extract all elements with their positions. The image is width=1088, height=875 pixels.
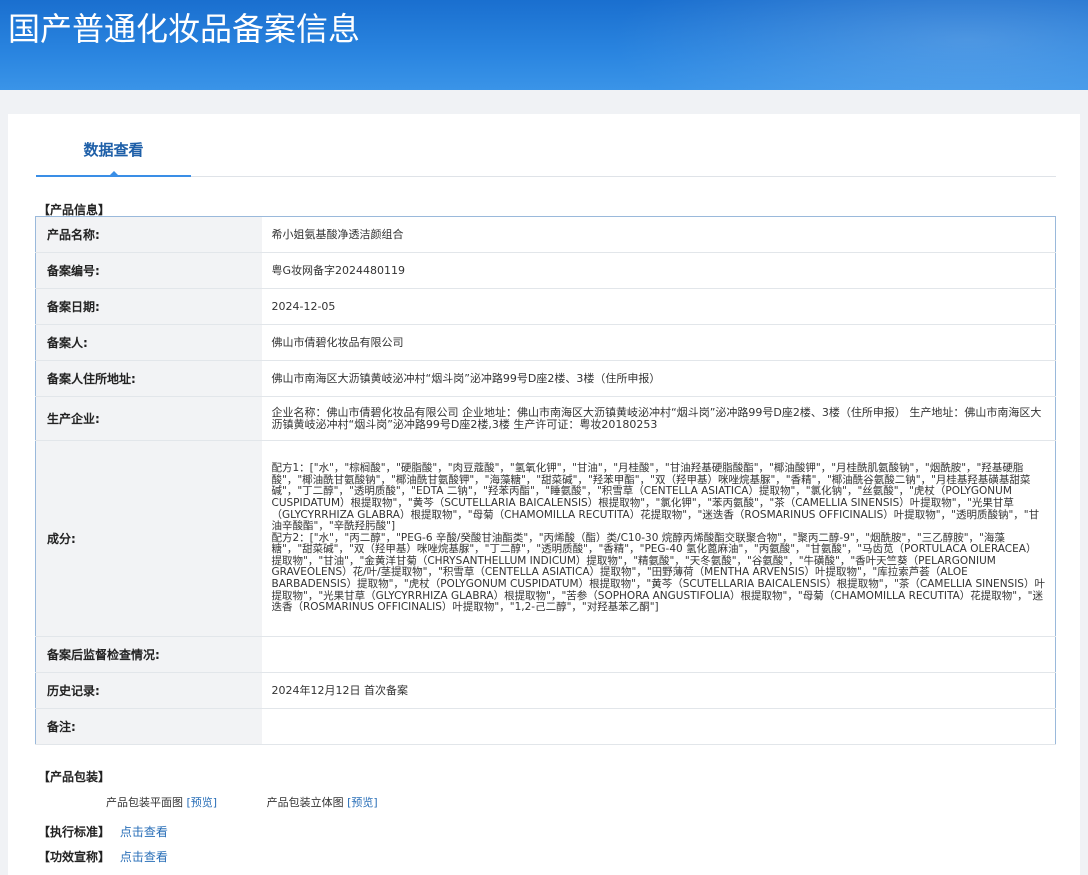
row-label: 备案人:	[35, 324, 262, 361]
row-label: 备案编号:	[35, 252, 262, 289]
row-label: 生产企业:	[35, 396, 262, 441]
supervision-value	[261, 636, 1056, 673]
efficacy-view-link[interactable]: 点击查看	[120, 850, 168, 864]
package-solid-label: 产品包装立体图	[266, 796, 344, 809]
standard-label: 【执行标准】	[38, 825, 111, 839]
manufacturer-value: 企业名称：佛山市倩碧化妆品有限公司 企业地址：佛山市南海区大沥镇黄岐泌冲村“烟斗…	[261, 396, 1056, 441]
table-row: 历史记录: 2024年12月12日 首次备案	[35, 672, 1056, 709]
main-panel: 数据查看 【产品信息】 产品名称: 希小姐氨基酸净透洁颜组合 备案编号: 粤G妆…	[8, 114, 1080, 875]
package-solid-preview-link[interactable]: [预览]	[347, 796, 378, 809]
table-row: 产品名称: 希小姐氨基酸净透洁颜组合	[35, 216, 1056, 253]
row-label: 备案后监督检查情况:	[35, 636, 262, 673]
remarks-value	[261, 708, 1056, 745]
tab-bar: 数据查看	[36, 114, 1056, 177]
row-label: 备案人住所地址:	[35, 360, 262, 397]
page-header: 国产普通化妆品备案信息	[0, 0, 1088, 90]
history-value: 2024年12月12日 首次备案	[261, 672, 1056, 709]
efficacy-label: 【功效宣称】	[38, 850, 111, 864]
product-name-value: 希小姐氨基酸净透洁颜组合	[261, 216, 1056, 253]
table-row: 备案日期: 2024-12-05	[35, 288, 1056, 325]
packaging-links: 产品包装平面图 [预览] 产品包装立体图 [预览]	[106, 794, 424, 810]
record-date-value: 2024-12-05	[261, 288, 1056, 325]
registrant-address-value: 佛山市南海区大沥镇黄岐泌冲村“烟斗岗”泌冲路99号D座2楼、3楼（住所申报）	[261, 360, 1056, 397]
product-info-table: 产品名称: 希小姐氨基酸净透洁颜组合 备案编号: 粤G妆网备字202448011…	[35, 216, 1056, 745]
registrant-value: 佛山市倩碧化妆品有限公司	[261, 324, 1056, 361]
page-title: 国产普通化妆品备案信息	[8, 10, 361, 48]
ingredients-value: 配方1：["水"，"棕榈酸"，"硬脂酸"，"肉豆蔻酸"，"氢氧化钾"，"甘油"，…	[261, 440, 1056, 637]
package-flat-preview-link[interactable]: [预览]	[187, 796, 218, 809]
row-label: 备案日期:	[35, 288, 262, 325]
table-row: 成分: 配方1：["水"，"棕榈酸"，"硬脂酸"，"肉豆蔻酸"，"氢氧化钾"，"…	[35, 440, 1056, 637]
row-label: 成分:	[35, 440, 262, 637]
row-label: 备注:	[35, 708, 262, 745]
standard-view-link[interactable]: 点击查看	[120, 825, 168, 839]
table-row: 备案人住所地址: 佛山市南海区大沥镇黄岐泌冲村“烟斗岗”泌冲路99号D座2楼、3…	[35, 360, 1056, 397]
record-number-value: 粤G妆网备字2024480119	[261, 252, 1056, 289]
table-row: 备注:	[35, 708, 1056, 745]
packaging-title: 【产品包装】	[38, 770, 111, 784]
table-row: 备案后监督检查情况:	[35, 636, 1056, 673]
table-row: 备案人: 佛山市倩碧化妆品有限公司	[35, 324, 1056, 361]
package-flat-label: 产品包装平面图	[106, 796, 183, 809]
package-solid-item: 产品包装立体图 [预览]	[267, 794, 378, 810]
standard-row: 【执行标准】 点击查看	[38, 823, 168, 840]
table-row: 备案编号: 粤G妆网备字2024480119	[35, 252, 1056, 289]
row-label: 历史记录:	[35, 672, 262, 709]
package-flat-item: 产品包装平面图 [预览]	[106, 794, 217, 810]
efficacy-row: 【功效宣称】 点击查看	[38, 848, 168, 865]
tab-data-view[interactable]: 数据查看	[36, 114, 191, 177]
row-label: 产品名称:	[35, 216, 262, 253]
table-row: 生产企业: 企业名称：佛山市倩碧化妆品有限公司 企业地址：佛山市南海区大沥镇黄岐…	[35, 396, 1056, 441]
